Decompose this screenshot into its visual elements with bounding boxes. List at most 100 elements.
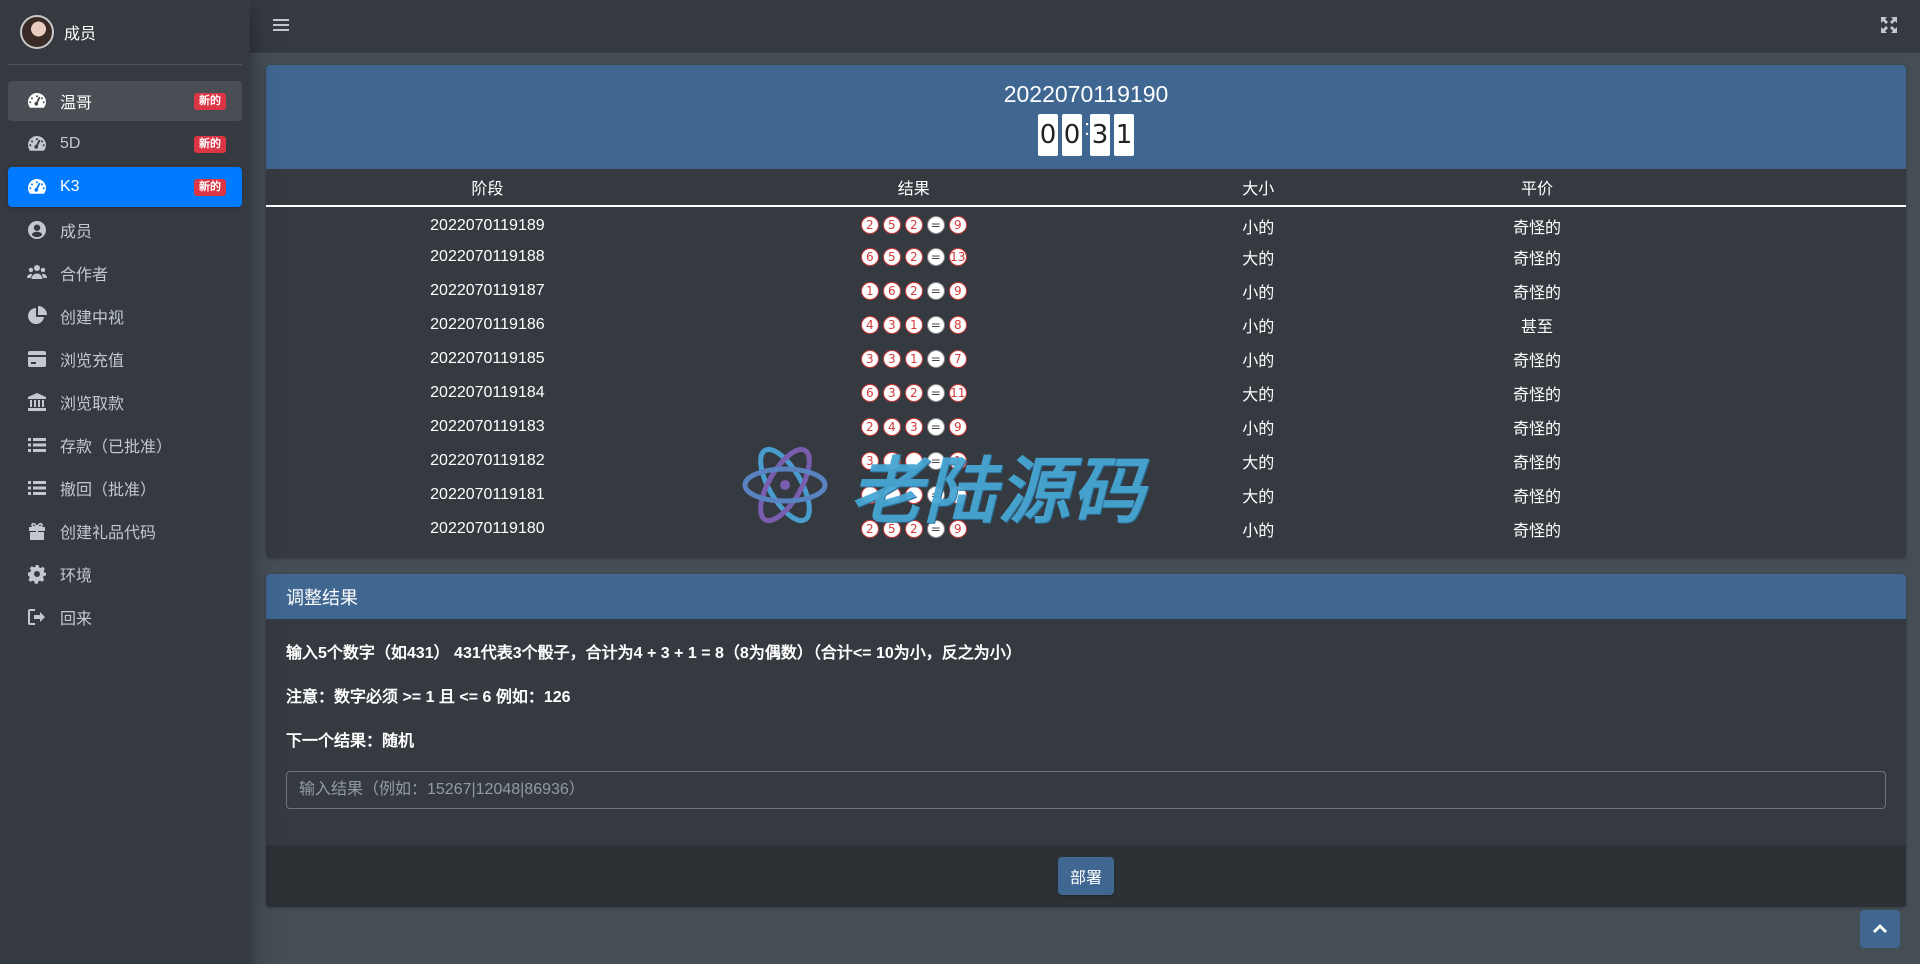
sidebar-item[interactable]: 环境: [8, 554, 242, 594]
fullscreen-icon[interactable]: [1880, 16, 1898, 34]
sum-ball: 9: [948, 417, 967, 436]
sidebar-item[interactable]: 创建中视: [8, 296, 242, 336]
users-icon: [26, 262, 48, 284]
row-result: 3 = 1: [709, 444, 1119, 478]
instruction-text: 输入5个数字（如431） 431代表3个骰子，合计为4 + 3 + 1 = 8（…: [286, 645, 1022, 662]
row-period: 2022070119188: [430, 248, 545, 265]
deploy-button[interactable]: 部署: [1057, 857, 1114, 895]
new-badge: 新的: [194, 93, 226, 110]
row-spacer: [1676, 274, 1906, 308]
row-parity: 奇怪的: [1512, 251, 1561, 268]
die-ball: 3: [904, 417, 923, 436]
result-input[interactable]: [286, 771, 1886, 809]
row-size: 小的: [1242, 421, 1275, 438]
row-period: 2022070119184: [430, 384, 545, 401]
scroll-to-top-button[interactable]: [1860, 910, 1900, 948]
row-period: 2022070119185: [430, 350, 545, 367]
row-spacer: [1676, 240, 1906, 274]
row-spacer: [1676, 444, 1906, 478]
sidebar-item-label: 撤回（批准）: [60, 482, 157, 499]
sidebar-item-label: 浏览取款: [60, 396, 125, 413]
row-size: 大的: [1242, 455, 1275, 472]
row-result: 3 3 1 = 7: [709, 342, 1119, 376]
column-header-size: 大小: [1118, 169, 1398, 207]
pie-chart-icon: [26, 305, 48, 327]
hamburger-menu-icon[interactable]: [272, 16, 290, 34]
table-row: 2022070119181 = 大的 奇怪的: [266, 478, 1906, 512]
main-content: 2022070119190 0 0 : 3 1 阶段 结果 大小 平价 2022…: [266, 65, 1906, 907]
die-ball: 6: [860, 247, 879, 266]
dice-result: =: [860, 485, 967, 504]
next-result-text: 下一个结果：随机: [286, 733, 415, 750]
sidebar-item[interactable]: 创建礼品代码: [8, 511, 242, 551]
row-parity: 奇怪的: [1512, 285, 1561, 302]
die-ball: 5: [882, 519, 901, 538]
dice-result: 6 5 2 = 13: [860, 247, 967, 266]
sidebar-item[interactable]: 合作者: [8, 253, 242, 293]
die-ball: 2: [904, 216, 923, 235]
die-ball: 3: [860, 451, 879, 470]
gift-icon: [26, 520, 48, 542]
die-ball: 3: [860, 349, 879, 368]
credit-card-icon: [26, 348, 48, 370]
sum-ball: 9: [948, 519, 967, 538]
row-size: 小的: [1242, 319, 1275, 336]
adjust-result-footer: 部署: [266, 845, 1906, 907]
sidebar-item[interactable]: K3 新的: [8, 167, 242, 207]
results-table-body: 2022070119189 2 5 2 = 9 小的 奇怪的 2022070119188 6 5 2 =…: [266, 206, 1906, 546]
die-ball: 2: [904, 281, 923, 300]
die-ball: 5: [882, 247, 901, 266]
row-size: 小的: [1242, 353, 1275, 370]
row-result: 1 6 2 = 9: [709, 274, 1119, 308]
die-ball: [904, 451, 923, 470]
row-period: 2022070119186: [430, 316, 545, 333]
countdown-digit: 0: [1038, 114, 1058, 156]
row-period: 2022070119182: [430, 452, 545, 469]
equals-ball: =: [926, 485, 945, 504]
dice-result: 3 3 1 = 7: [860, 349, 967, 368]
die-ball: [882, 485, 901, 504]
equals-ball: =: [926, 383, 945, 402]
table-row: 2022070119184 6 3 2 = 11 大的 奇怪的: [266, 376, 1906, 410]
results-table: 阶段 结果 大小 平价 2022070119189 2 5 2 = 9 小的 奇怪的 20220…: [266, 169, 1906, 546]
row-parity: 奇怪的: [1512, 421, 1561, 438]
user-panel[interactable]: 成员: [8, 0, 242, 65]
sidebar-item[interactable]: 浏览取款: [8, 382, 242, 422]
top-navbar: [250, 0, 1920, 54]
sidebar-item[interactable]: 成员: [8, 210, 242, 250]
adjust-result-body: 输入5个数字（如431） 431代表3个骰子，合计为4 + 3 + 1 = 8（…: [266, 619, 1906, 845]
die-ball: 6: [882, 281, 901, 300]
sidebar-item[interactable]: 浏览充值: [8, 339, 242, 379]
sidebar-item[interactable]: 温哥 新的: [8, 81, 242, 121]
row-size: 大的: [1242, 489, 1275, 506]
row-period: 2022070119187: [430, 282, 545, 299]
column-header-parity: 平价: [1397, 169, 1677, 207]
row-spacer: [1676, 376, 1906, 410]
adjust-result-title: 调整结果: [266, 574, 1906, 619]
sidebar-item-label: 存款（已批准）: [60, 439, 173, 456]
equals-ball: =: [926, 451, 945, 470]
row-spacer: [1676, 342, 1906, 376]
new-badge: 新的: [194, 179, 226, 196]
countdown-separator: :: [1084, 115, 1091, 140]
sidebar-item[interactable]: 回来: [8, 597, 242, 637]
sidebar-item[interactable]: 撤回（批准）: [8, 468, 242, 508]
user-circle-icon: [26, 219, 48, 241]
sum-ball: 7: [948, 349, 967, 368]
equals-ball: =: [926, 315, 945, 334]
equals-ball: =: [926, 281, 945, 300]
row-parity: 奇怪的: [1512, 387, 1561, 404]
row-result: 2 4 3 = 9: [709, 410, 1119, 444]
dice-result: 1 6 2 = 9: [860, 281, 967, 300]
dice-result: 2 4 3 = 9: [860, 417, 967, 436]
row-size: 小的: [1242, 523, 1275, 540]
sidebar: 成员 温哥 新的 5D 新的 K3 新的 成员 合作者 创建中视 浏览充值 浏览取款 存款（已批准）撤…: [0, 0, 250, 964]
dice-result: 3 = 1: [860, 451, 967, 470]
row-parity: 奇怪的: [1512, 523, 1561, 540]
sidebar-item[interactable]: 存款（已批准）: [8, 425, 242, 465]
sidebar-item-label: 回来: [60, 611, 93, 628]
row-size: 小的: [1242, 219, 1275, 237]
sidebar-item[interactable]: 5D 新的: [8, 124, 242, 164]
list-icon: [26, 434, 48, 456]
die-ball: 3: [882, 383, 901, 402]
